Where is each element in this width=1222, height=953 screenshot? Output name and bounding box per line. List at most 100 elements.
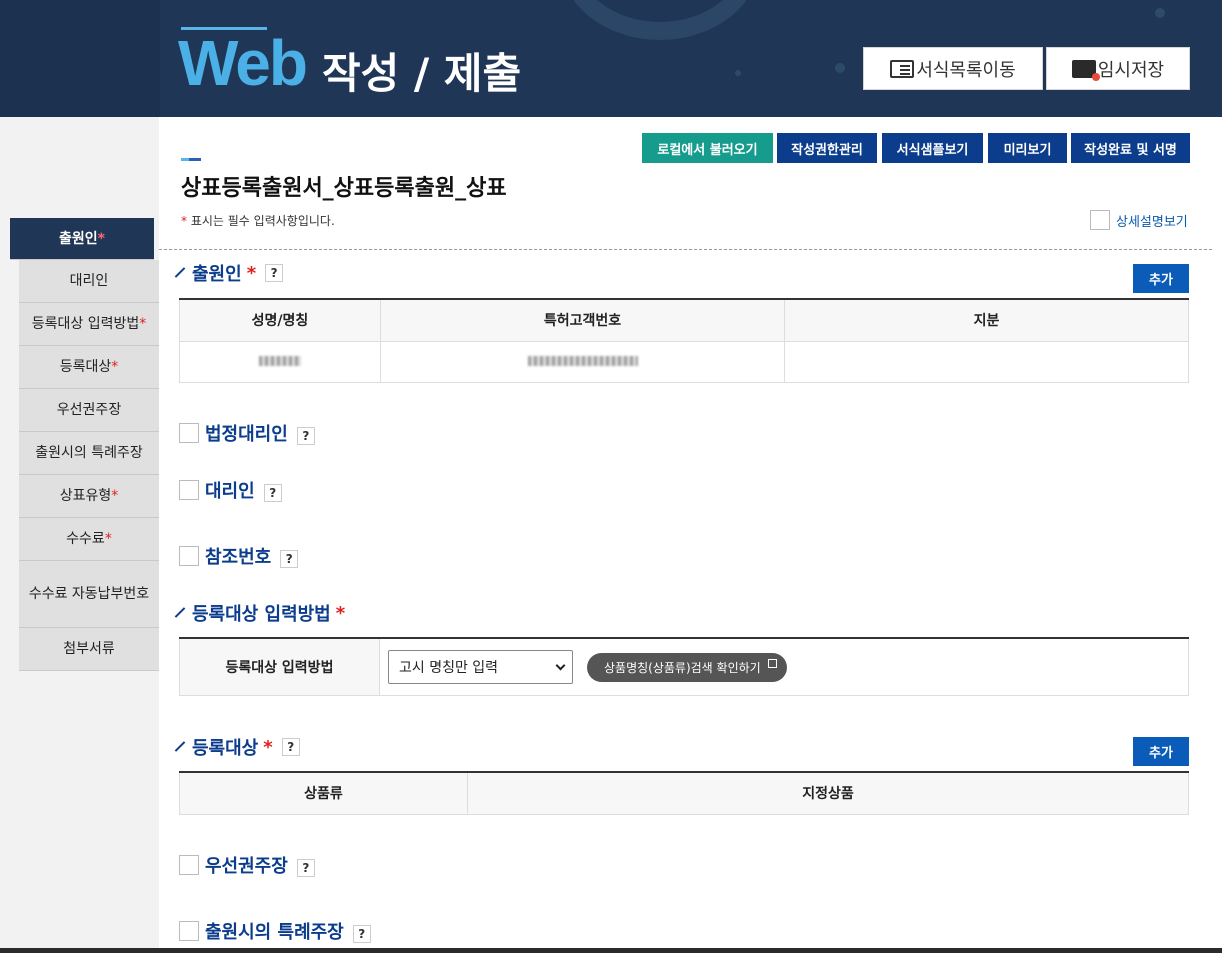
external-link-icon (767, 658, 777, 668)
required-mark: * (246, 262, 257, 284)
complete-sign-button[interactable]: 작성완료 및 서명 (1071, 133, 1190, 163)
section-special-claim[interactable]: 출원시의 특례주장 ? (179, 918, 371, 944)
special-claim-checkbox[interactable] (179, 921, 199, 941)
required-mark: * (97, 230, 105, 247)
help-icon[interactable]: ? (265, 264, 284, 282)
agent-checkbox[interactable] (179, 480, 199, 500)
column-header: 성명/명칭 (179, 298, 381, 342)
help-icon[interactable]: ? (296, 859, 315, 877)
pencil-icon (174, 741, 186, 753)
table-row[interactable] (179, 340, 1189, 383)
title-accent-mark (181, 158, 201, 161)
sidebar-item-trademark-type[interactable]: 상표유형 * (19, 475, 159, 518)
page-title: 상표등록출원서_상표등록출원_상표 (181, 176, 507, 201)
help-icon[interactable]: ? (352, 925, 371, 943)
pencil-icon (174, 607, 186, 619)
sidebar-item-label: 우선권주장 (56, 402, 122, 418)
input-method-label: 등록대상 입력방법 (179, 639, 380, 695)
form-list-icon (890, 59, 915, 78)
sidebar-item-label: 대리인 (69, 273, 109, 289)
sidebar-item-agent[interactable]: 대리인 (19, 260, 159, 303)
sidebar-item-priority[interactable]: 우선권주장 (19, 389, 159, 432)
section-input-method-heading: 등록대상 입력방법 * (174, 600, 345, 626)
auth-manage-button[interactable]: 작성권한관리 (777, 133, 877, 163)
sidebar-item-label: 등록대상 (59, 359, 112, 375)
section-title: 출원시의 특례주장 (205, 922, 344, 943)
sidebar-item-attachments[interactable]: 첨부서류 (19, 628, 159, 671)
input-method-select[interactable]: 고시 명칭만 입력 (388, 650, 573, 684)
applicant-table: 성명/명칭 특허고객번호 지분 (179, 298, 1189, 383)
target-table: 상품류 지정상품 (179, 771, 1189, 815)
customer-number-cell (380, 340, 785, 383)
sidebar-item-label: 출원인 (59, 230, 98, 247)
sidebar-item-label: 수수료 자동납부번호 (28, 586, 150, 602)
required-note-text: 표시는 필수 입력사항입니다. (190, 214, 335, 228)
section-legal-agent[interactable]: 법정대리인 ? (179, 420, 315, 446)
decorative-dot (735, 70, 741, 76)
header-banner: Web 작성 / 제출 서식목록이동 임시저장 (0, 0, 1222, 117)
share-cell (784, 340, 1189, 383)
product-search-button[interactable]: 상품명칭(상품류)검색 확인하기 (587, 652, 787, 682)
sidebar-item-applicant[interactable]: 출원인 * (10, 218, 154, 260)
sidebar-item-input-method[interactable]: 등록대상 입력방법 * (19, 303, 159, 346)
detail-view-toggle[interactable]: 상세설명보기 (1090, 210, 1188, 230)
main-panel (159, 117, 1222, 953)
target-add-button[interactable]: 추가 (1133, 737, 1189, 766)
temp-save-label: 임시저장 (1097, 59, 1165, 81)
form-list-button[interactable]: 서식목록이동 (863, 47, 1043, 90)
sidebar-item-label: 등록대상 입력방법 (31, 316, 140, 332)
sidebar-item-label: 첨부서류 (63, 641, 115, 657)
section-title: 등록대상 (192, 738, 259, 759)
folder-icon (1071, 59, 1100, 81)
header-left-band (0, 0, 160, 117)
sidebar-item-target[interactable]: 등록대상 * (19, 346, 159, 389)
sidebar-nav: 출원인 * 대리인 등록대상 입력방법 * 등록대상 * 우선권주장 출원시의 특례주… (10, 218, 159, 671)
column-header: 지정상품 (467, 771, 1189, 815)
header-title-web: Web (178, 27, 308, 99)
chevron-down-icon (555, 660, 566, 670)
help-icon[interactable]: ? (296, 427, 315, 445)
applicant-add-button[interactable]: 추가 (1133, 264, 1189, 293)
sidebar-item-special-claim[interactable]: 출원시의 특례주장 (19, 432, 159, 475)
preview-button[interactable]: 미리보기 (988, 133, 1067, 163)
section-title: 등록대상 입력방법 (192, 604, 331, 625)
redacted-text (527, 355, 638, 366)
required-note: * 표시는 필수 입력사항입니다. (181, 212, 335, 229)
input-method-form: 등록대상 입력방법 고시 명칭만 입력 상품명칭(상품류)검색 확인하기 (179, 637, 1189, 696)
required-mark: * (111, 359, 119, 375)
decorative-dot (835, 63, 845, 73)
help-icon[interactable]: ? (280, 550, 299, 568)
temp-save-button[interactable]: 임시저장 (1046, 47, 1190, 90)
help-icon[interactable]: ? (263, 484, 282, 502)
required-mark: * (139, 316, 147, 332)
bottom-scroll-strip (0, 948, 1222, 953)
header-title: 작성 / 제출 (322, 49, 522, 98)
select-value: 고시 명칭만 입력 (399, 660, 499, 676)
section-priority[interactable]: 우선권주장 ? (179, 852, 315, 878)
sample-view-button[interactable]: 서식샘플보기 (882, 133, 983, 163)
load-local-button[interactable]: 로컬에서 불러오기 (642, 133, 773, 163)
reference-checkbox[interactable] (179, 546, 199, 566)
input-method-value: 고시 명칭만 입력 상품명칭(상품류)검색 확인하기 (380, 639, 1189, 695)
sidebar-item-fee-autopay[interactable]: 수수료 자동납부번호 (19, 561, 159, 628)
divider (159, 249, 1212, 250)
section-reference[interactable]: 참조번호 ? (179, 543, 299, 569)
applicant-name-cell (179, 340, 381, 383)
sidebar-item-label: 수수료 (66, 531, 105, 547)
detail-view-label: 상세설명보기 (1116, 214, 1188, 230)
required-mark: * (111, 488, 119, 504)
required-mark: * (263, 736, 273, 758)
priority-checkbox[interactable] (179, 855, 199, 875)
section-applicant-heading: 출원인 * ? (174, 260, 284, 286)
help-icon[interactable]: ? (281, 738, 300, 756)
sidebar-item-fee[interactable]: 수수료 * (19, 518, 159, 561)
section-title: 참조번호 (205, 547, 272, 568)
product-search-label: 상품명칭(상품류)검색 확인하기 (604, 660, 761, 675)
required-mark: * (181, 214, 187, 228)
decorative-ring (560, 0, 760, 40)
section-title: 우선권주장 (205, 856, 288, 877)
section-agent[interactable]: 대리인 ? (179, 477, 282, 503)
legal-agent-checkbox[interactable] (179, 423, 199, 443)
detail-view-checkbox[interactable] (1090, 210, 1110, 230)
decorative-dot (1155, 8, 1165, 18)
